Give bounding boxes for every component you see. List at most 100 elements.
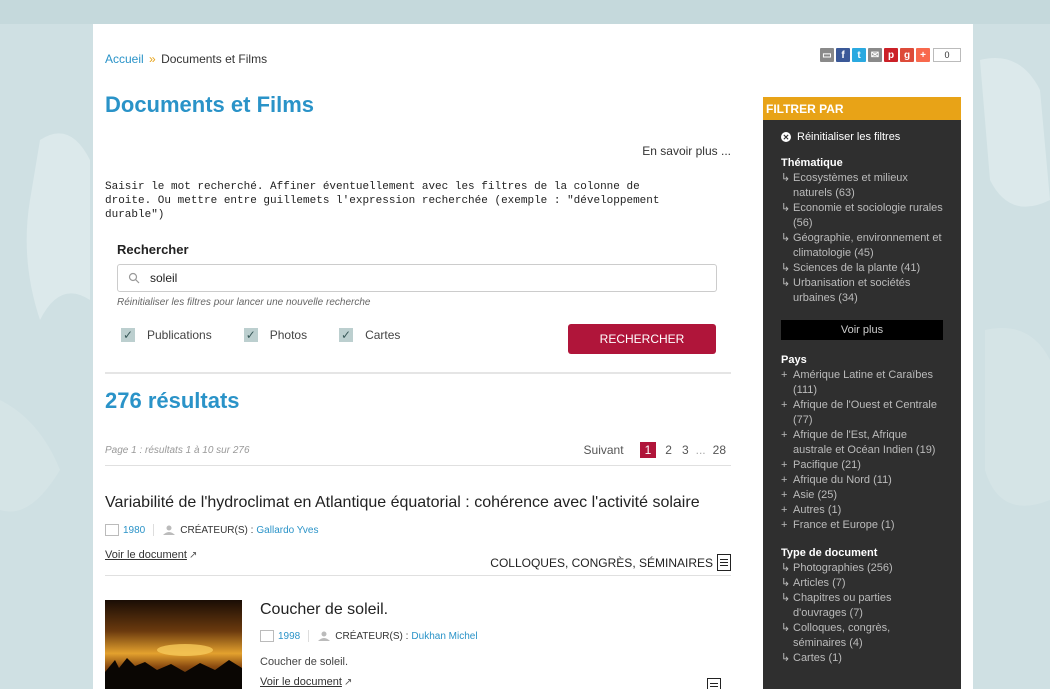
share-bar: ▭ f t ✉ p g + 0 (820, 48, 961, 62)
checkmark-icon[interactable]: ✓ (243, 328, 258, 342)
type-list: ↳ Photographies (256) ↳ Articles (7) ↳ Chap… (781, 561, 943, 666)
plus-icon: + (781, 489, 788, 501)
filter-item[interactable]: ↳ Sciences de la plante (41) (781, 261, 943, 276)
breadcrumb-home-link[interactable]: Accueil (105, 52, 144, 66)
filter-item-label: Urbanisation et sociétés urbaines (34) (793, 277, 911, 304)
results-count: 276 résultats (105, 388, 240, 413)
page-title: Documents et Films (105, 92, 315, 117)
filter-item[interactable]: + Afrique de l'Est, Afrique australe et O… (781, 428, 943, 458)
filter-item[interactable]: + Pacifique (21) (781, 458, 943, 473)
pager-page-2[interactable]: 2 (665, 443, 672, 457)
print-icon[interactable]: ▭ (820, 48, 834, 62)
result-description: Coucher de soleil. (260, 656, 349, 668)
plus-icon: + (781, 474, 788, 486)
sub-arrow-icon: ↳ (781, 592, 791, 604)
filter-item[interactable]: + Afrique du Nord (11) (781, 473, 943, 488)
filter-item[interactable]: + Asie (25) (781, 488, 943, 503)
filter-item[interactable]: ↳ Photographies (256) (781, 561, 943, 576)
search-button[interactable]: RECHERCHER (568, 324, 716, 354)
filter-item-label: Colloques, congrès, séminaires (4) (793, 622, 891, 649)
plus-icon: + (781, 429, 788, 441)
checkbox-label: Publications (147, 328, 212, 342)
sub-arrow-icon: ↳ (781, 202, 791, 214)
filter-item[interactable]: ↳ Cartes (1) (781, 651, 943, 666)
filter-item-label: Asie (25) (793, 489, 838, 501)
filter-item[interactable]: ↳ Economie et sociologie rurales (56) (781, 201, 943, 231)
sub-arrow-icon: ↳ (781, 562, 791, 574)
filter-item[interactable]: ↳ Colloques, congrès, séminaires (4) (781, 621, 943, 651)
pager-page-last[interactable]: 28 (713, 443, 726, 457)
checkmark-icon[interactable]: ✓ (121, 328, 135, 342)
pager-page-1[interactable]: 1 (639, 442, 657, 458)
thematique-list: ↳ Ecosystèmes et milieux naturels (63) ↳ E… (781, 171, 943, 306)
pager-page-3[interactable]: 3 (682, 443, 689, 457)
filter-sidebar: FILTRER PAR ✕ Réinitialiser les filtres … (763, 97, 961, 689)
person-icon (162, 525, 176, 535)
twitter-icon[interactable]: t (852, 48, 866, 62)
filter-item-label: Afrique de l'Ouest et Centrale (77) (793, 399, 937, 426)
breadcrumb: Accueil » Documents et Films (105, 52, 267, 66)
filter-item[interactable]: ↳ Urbanisation et sociétés urbaines (34) (781, 276, 943, 306)
meta-divider (308, 630, 310, 642)
filter-item-label: Photographies (256) (793, 562, 893, 574)
sub-arrow-icon: ↳ (781, 262, 791, 274)
filter-item[interactable]: ↳ Géographie, environnement et climatolog… (781, 231, 943, 261)
reset-filters-link[interactable]: ✕ Réinitialiser les filtres (781, 131, 943, 143)
filter-item[interactable]: + Amérique Latine et Caraïbes (111) (781, 368, 943, 398)
share-count: 0 (933, 48, 961, 62)
result-title[interactable]: Coucher de soleil. (260, 601, 388, 619)
filter-section-title: Thématique (781, 157, 843, 169)
sub-arrow-icon: ↳ (781, 277, 791, 289)
result-type-label: COLLOQUES, CONGRÈS, SÉMINAIRES (490, 555, 713, 570)
learn-more-link[interactable]: En savoir plus ... (642, 144, 731, 158)
result-meta: 1980 Créateur(s) : Gallardo Yves (105, 524, 318, 536)
googleplus-icon[interactable]: g (900, 48, 914, 62)
result-thumbnail[interactable] (105, 600, 242, 689)
email-icon[interactable]: ✉ (868, 48, 882, 62)
search-field[interactable] (117, 264, 717, 292)
filter-item[interactable]: ↳ Articles (7) (781, 576, 943, 591)
filter-item[interactable]: ↳ Chapitres ou parties d'ouvrages (7) (781, 591, 943, 621)
plus-icon: + (781, 504, 788, 516)
checkbox-photos[interactable]: ✓ Photos (243, 328, 307, 342)
checkmark-icon[interactable]: ✓ (339, 328, 354, 342)
result-title[interactable]: Variabilité de l'hydroclimat en Atlantiq… (105, 494, 700, 512)
result-creator[interactable]: Gallardo Yves (256, 525, 318, 536)
search-input[interactable] (148, 270, 692, 286)
show-more-button[interactable]: Voir plus (781, 320, 943, 340)
view-document-link[interactable]: Voir le document ↗ (260, 676, 352, 688)
sub-arrow-icon: ↳ (781, 232, 791, 244)
filter-item[interactable]: ↳ Ecosystèmes et milieux naturels (63) (781, 171, 943, 201)
search-icon (128, 272, 142, 284)
filter-item[interactable]: + Afrique de l'Ouest et Centrale (77) (781, 398, 943, 428)
reset-filters-label: Réinitialiser les filtres (797, 131, 901, 143)
view-document-link[interactable]: Voir le document ↗ (105, 549, 197, 561)
checkbox-publications[interactable]: ✓ Publications (121, 328, 212, 342)
filter-section-title: Pays (781, 354, 807, 366)
filter-item-label: Afrique du Nord (11) (793, 474, 892, 486)
document-icon (717, 554, 731, 571)
result-creator[interactable]: Dukhan Michel (411, 631, 477, 642)
filter-item-label: Géographie, environnement et climatologi… (793, 232, 942, 259)
facebook-icon[interactable]: f (836, 48, 850, 62)
result-year[interactable]: 1998 (278, 631, 300, 642)
top-bar: Accueil » Documents et Films ▭ f t ✉ p g… (105, 48, 961, 68)
addthis-icon[interactable]: + (916, 48, 930, 62)
divider (105, 465, 731, 466)
close-circle-icon: ✕ (781, 132, 791, 142)
pager-ellipsis: ... (695, 443, 706, 457)
filter-item[interactable]: + Autres (1) (781, 503, 943, 518)
checkbox-label: Cartes (365, 328, 401, 342)
breadcrumb-current: Documents et Films (161, 52, 268, 66)
pager-next-link[interactable]: Suivant (584, 443, 624, 457)
divider (105, 575, 731, 576)
result-year[interactable]: 1980 (123, 525, 145, 536)
content-type-checkboxes: ✓ Publications ✓ Photos ✓ Cartes (121, 328, 432, 342)
checkbox-cartes[interactable]: ✓ Cartes (339, 328, 400, 342)
sub-arrow-icon: ↳ (781, 652, 791, 664)
pagination: Suivant 1 2 3 ... 28 (584, 442, 731, 458)
pinterest-icon[interactable]: p (884, 48, 898, 62)
external-arrow-icon: ↗ (188, 550, 198, 561)
filter-item-label: Pacifique (21) (793, 459, 861, 471)
filter-item[interactable]: + France et Europe (1) (781, 518, 943, 533)
